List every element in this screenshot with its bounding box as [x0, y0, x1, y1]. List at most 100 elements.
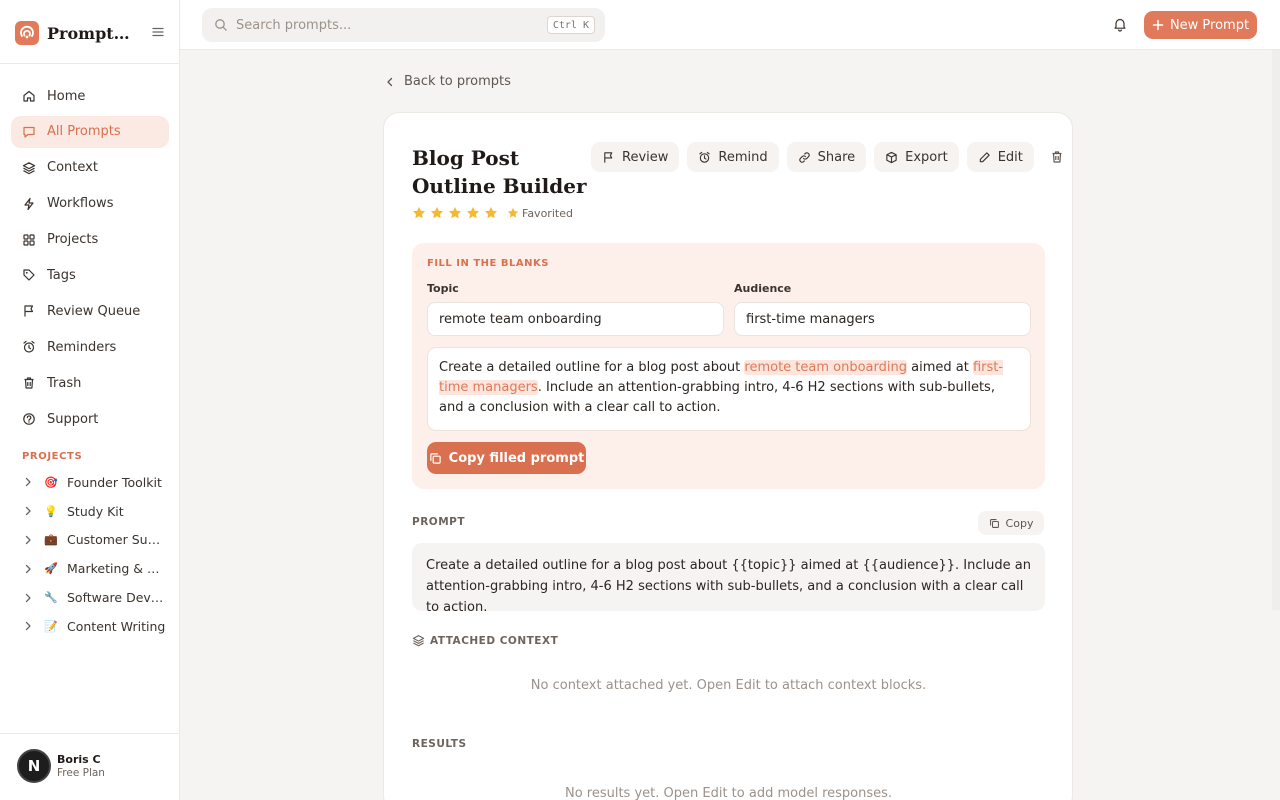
project-name: Marketing & Gr... [67, 561, 167, 577]
sidebar-item-label: Trash [47, 375, 82, 391]
sidebar-item-reminders[interactable]: Reminders [11, 331, 169, 363]
user-profile[interactable]: N Boris C Free Plan [17, 749, 105, 783]
prompt-template-text: Create a detailed outline for a blog pos… [412, 543, 1045, 615]
search-icon [214, 18, 228, 32]
remind-label: Remind [718, 149, 768, 165]
project-item-founder-toolkit[interactable]: 🎯 Founder Toolkit [22, 468, 170, 497]
prompt-heading: PROMPT [412, 516, 465, 528]
box-icon [885, 151, 898, 164]
search-input[interactable]: Search prompts... Ctrl K [202, 8, 605, 42]
remind-button[interactable]: Remind [687, 142, 779, 172]
review-label: Review [622, 149, 669, 165]
sidebar-divider [0, 733, 179, 734]
project-item-content-writing[interactable]: 📝 Content Writing [22, 612, 170, 641]
project-emoji: 🚀 [44, 562, 58, 576]
pencil-icon [978, 151, 991, 164]
audience-label: Audience [734, 282, 792, 295]
sidebar-item-review-queue[interactable]: Review Queue [11, 295, 169, 327]
copy-filled-label: Copy filled prompt [448, 450, 585, 466]
sidebar-item-label: Tags [47, 267, 76, 283]
home-icon [22, 89, 36, 103]
brand[interactable]: PromptA... [15, 20, 165, 46]
sidebar-item-workflows[interactable]: Workflows [11, 188, 169, 220]
share-label: Share [817, 149, 856, 165]
star-icon[interactable] [430, 206, 444, 220]
sidebar-item-context[interactable]: Context [11, 152, 169, 184]
sidebar-item-label: Home [47, 88, 86, 104]
trash-icon [1050, 150, 1064, 164]
fill-in-blanks-panel: FILL IN THE BLANKS Topic remote team onb… [412, 243, 1045, 489]
project-name: Founder Toolkit [67, 474, 162, 490]
filled-prompt-preview: Create a detailed outline for a blog pos… [427, 347, 1031, 431]
context-empty-message: No context attached yet. Open Edit to at… [530, 678, 927, 693]
new-prompt-button[interactable]: New Prompt [1144, 11, 1257, 39]
edit-button[interactable]: Edit [966, 142, 1034, 172]
project-emoji: 🔧 [44, 591, 58, 605]
sidebar-item-support[interactable]: Support [11, 403, 169, 435]
sidebar-item-tags[interactable]: Tags [11, 259, 169, 291]
sidebar-item-label: Support [47, 411, 99, 427]
topic-field[interactable]: remote team onboarding [427, 302, 724, 336]
flag-icon [602, 151, 615, 164]
chevron-right-icon[interactable] [22, 505, 34, 517]
user-plan: Free Plan [57, 767, 105, 779]
grid-icon [22, 233, 36, 247]
plus-icon [1152, 19, 1164, 31]
star-icon[interactable] [412, 206, 426, 220]
sidebar-nav: Home All Prompts Context Workflows Proje… [11, 80, 169, 439]
preview-text: Create a detailed outline for a blog pos… [439, 360, 745, 375]
copy-icon [429, 452, 442, 465]
project-emoji: 💼 [44, 533, 58, 547]
rating[interactable]: Favorited [412, 206, 573, 220]
delete-button[interactable] [1042, 142, 1072, 172]
chevron-right-icon[interactable] [22, 534, 34, 546]
new-prompt-label: New Prompt [1169, 17, 1250, 33]
results-heading: RESULTS [412, 738, 467, 750]
attached-context-heading: ATTACHED CONTEXT [412, 634, 558, 647]
star-icon[interactable] [466, 206, 480, 220]
layers-icon [412, 634, 425, 647]
message-icon [22, 125, 36, 139]
avatar[interactable]: N [17, 749, 51, 783]
back-link[interactable]: Back to prompts [384, 74, 511, 89]
sidebar-item-all-prompts[interactable]: All Prompts [11, 115, 169, 148]
project-item-study-kit[interactable]: 💡 Study Kit [22, 497, 170, 526]
review-button[interactable]: Review [591, 142, 680, 172]
search-placeholder: Search prompts... [236, 17, 352, 33]
sidebar-item-trash[interactable]: Trash [11, 367, 169, 399]
project-item-customer-support[interactable]: 💼 Customer Sup... [22, 526, 170, 555]
bolt-icon [22, 197, 36, 211]
star-icon[interactable] [448, 206, 462, 220]
sidebar-item-home[interactable]: Home [11, 80, 169, 112]
favorited-badge[interactable]: Favorited [507, 207, 573, 220]
project-item-marketing[interactable]: 🚀 Marketing & Gr... [22, 554, 170, 583]
project-emoji: 🎯 [44, 475, 58, 489]
projects-list: 🎯 Founder Toolkit 💡 Study Kit 💼 Customer… [22, 468, 170, 641]
share-button[interactable]: Share [786, 142, 867, 172]
user-name: Boris C [57, 753, 101, 766]
star-icon[interactable] [484, 206, 498, 220]
project-emoji: 📝 [44, 619, 58, 633]
export-button[interactable]: Export [874, 142, 959, 172]
chevron-right-icon[interactable] [22, 620, 34, 632]
sidebar: PromptA... Home All Prompts Context Work… [0, 0, 180, 800]
scrollbar[interactable] [1272, 50, 1280, 610]
chevron-right-icon[interactable] [22, 563, 34, 575]
audience-field[interactable]: first-time managers [734, 302, 1031, 336]
chevron-right-icon[interactable] [22, 592, 34, 604]
sidebar-item-projects[interactable]: Projects [11, 224, 169, 256]
topbar: Search prompts... Ctrl K New Prompt [180, 0, 1280, 50]
notification-bell-icon[interactable] [1112, 16, 1128, 32]
alarm-icon [698, 151, 711, 164]
topic-highlight: remote team onboarding [744, 360, 907, 375]
chevron-right-icon[interactable] [22, 476, 34, 488]
project-name: Software Devel... [67, 590, 167, 606]
menu-toggle-icon[interactable] [151, 25, 165, 39]
copy-prompt-button[interactable]: Copy [978, 511, 1044, 535]
page-title: Blog Post Outline Builder [412, 146, 587, 198]
project-item-software-dev[interactable]: 🔧 Software Devel... [22, 583, 170, 612]
attached-context-label: ATTACHED CONTEXT [430, 634, 559, 647]
sidebar-divider [0, 63, 179, 64]
copy-filled-prompt-button[interactable]: Copy filled prompt [427, 442, 586, 474]
results-label: RESULTS [412, 738, 467, 750]
